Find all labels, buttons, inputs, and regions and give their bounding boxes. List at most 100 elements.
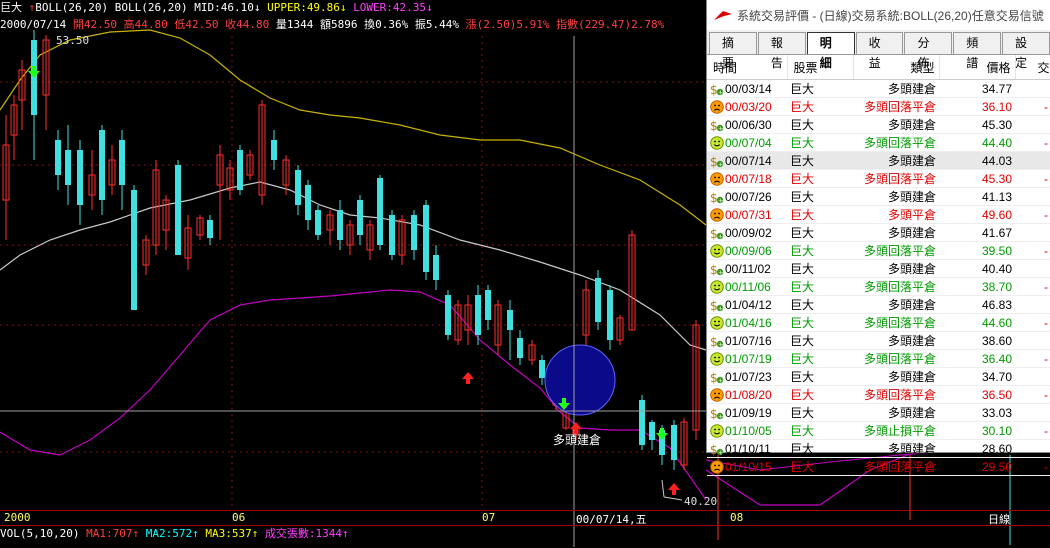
tab-report[interactable]: 報告 <box>757 32 806 70</box>
tab-settings[interactable]: 設定 <box>1002 32 1050 70</box>
table-row[interactable]: 00/03/20 巨大 多頭回落平倉 36.10- <box>707 97 1050 116</box>
table-row[interactable]: $ +01/10/11 巨大 多頭建倉 28.60 <box>707 439 1050 458</box>
svg-text:$: $ <box>710 335 718 348</box>
cell-date: $ +00/07/14 <box>707 151 787 170</box>
cell-date: 00/07/04 <box>707 133 787 152</box>
cell-type: 多頭建倉 <box>853 403 939 422</box>
col-header-type[interactable]: 類型 <box>853 55 940 80</box>
window-title-bar[interactable]: 系統交易評價 - (日線)交易系統:BOLL(26,20)任意交易信號 <box>707 0 1050 30</box>
table-row[interactable]: 00/11/06 巨大 多頭回落平倉 38.70- <box>707 277 1050 296</box>
cell-date: $ +00/11/02 <box>707 259 787 278</box>
candle-body-down <box>411 215 417 250</box>
cell-type: 多頭建倉 <box>853 295 939 314</box>
open-value: 開42.50 <box>72 18 117 31</box>
cell-price: 45.30 <box>939 115 1015 134</box>
cell-stock: 巨大 <box>787 259 853 278</box>
cell-stock: 巨大 <box>787 205 853 224</box>
table-row[interactable]: $ +01/07/16 巨大 多頭建倉 38.60 <box>707 331 1050 350</box>
table-row[interactable]: $ +01/04/12 巨大 多頭建倉 46.83 <box>707 295 1050 314</box>
date-value: 2000/07/14 <box>0 18 67 31</box>
candle-body-down <box>77 150 83 205</box>
tab-distribution[interactable]: 分佈 <box>904 32 953 70</box>
candle-body-down <box>539 360 545 378</box>
low-label-leader <box>663 496 683 501</box>
cell-type: 多頭建倉 <box>853 439 939 458</box>
cell-price: 39.50 <box>939 241 1015 260</box>
svg-text:+: + <box>718 269 723 276</box>
table-row[interactable]: $ +00/06/30 巨大 多頭建倉 45.30 <box>707 115 1050 134</box>
cell-type: 多頭止損平倉 <box>853 421 939 440</box>
cell-date: $ +01/10/11 <box>707 439 787 458</box>
table-row[interactable]: $ +00/07/14 巨大 多頭建倉 44.03 <box>707 151 1050 170</box>
table-row[interactable]: $ +00/09/02 巨大 多頭建倉 41.67 <box>707 223 1050 242</box>
svg-text:+: + <box>718 197 723 204</box>
table-row[interactable]: 01/10/05 巨大 多頭止損平倉 30.10- <box>707 421 1050 440</box>
money-bag-icon: $ + <box>710 335 723 348</box>
trading-evaluation-window[interactable]: 系統交易評價 - (日線)交易系統:BOLL(26,20)任意交易信號 摘要 報… <box>706 0 1050 476</box>
cell-stock: 巨大 <box>787 331 853 350</box>
cell-price: 44.03 <box>939 151 1015 170</box>
table-row[interactable]: $ +00/07/26 巨大 多頭建倉 41.13 <box>707 187 1050 206</box>
cell-stock: 巨大 <box>787 295 853 314</box>
cell-type: 多頭建倉 <box>853 331 939 350</box>
sad-face-icon <box>710 207 724 222</box>
cell-trade <box>1015 295 1050 314</box>
cell-date: $ +00/06/30 <box>707 115 787 134</box>
cell-type: 多頭回落平倉 <box>853 385 939 404</box>
x-label-08: 08 <box>730 511 744 524</box>
cell-trade: - <box>1015 457 1050 476</box>
cell-trade <box>1015 367 1050 386</box>
candle-body-down <box>649 422 655 440</box>
svg-text:$: $ <box>710 119 718 132</box>
candle-body-down <box>131 190 137 310</box>
table-row[interactable]: 00/07/31 巨大 多頭平倉 49.60- <box>707 205 1050 224</box>
table-row[interactable]: $ +00/11/02 巨大 多頭建倉 40.40 <box>707 259 1050 278</box>
table-row[interactable]: 01/10/15 巨大 多頭回落平倉 29.50- <box>707 457 1050 476</box>
cell-trade <box>1015 187 1050 206</box>
candle-body-down <box>517 338 523 358</box>
amount-value: 額5896 <box>319 18 358 31</box>
cell-type: 多頭回落平倉 <box>853 313 939 332</box>
tab-detail[interactable]: 明細 <box>806 32 855 70</box>
candle-body-down <box>207 220 213 238</box>
table-row[interactable]: 00/07/18 巨大 多頭回落平倉 45.30- <box>707 169 1050 188</box>
table-row[interactable]: 00/09/06 巨大 多頭回落平倉 39.50- <box>707 241 1050 260</box>
sad-face-icon <box>710 459 724 474</box>
cell-date: $ +01/07/16 <box>707 331 787 350</box>
table-row[interactable]: 01/07/19 巨大 多頭回落平倉 36.40- <box>707 349 1050 368</box>
svg-text:+: + <box>718 305 723 312</box>
table-row[interactable]: 01/04/16 巨大 多頭回落平倉 44.60- <box>707 313 1050 332</box>
candle-body-down <box>119 140 125 185</box>
table-row[interactable]: 01/08/20 巨大 多頭回落平倉 36.50- <box>707 385 1050 404</box>
table-row[interactable]: 00/07/04 巨大 多頭回落平倉 44.40- <box>707 133 1050 152</box>
smile-face-icon <box>710 279 724 294</box>
candle-body-down <box>433 255 439 280</box>
cell-price: 38.60 <box>939 331 1015 350</box>
lower-value: LOWER:42.35↓ <box>353 1 433 14</box>
table-row[interactable]: $ +01/07/23 巨大 多頭建倉 34.70 <box>707 367 1050 386</box>
change-value: 漲(2.50)5.91% <box>465 18 550 31</box>
cell-stock: 巨大 <box>787 241 853 260</box>
candle-body-down <box>445 295 451 335</box>
cell-price: 34.70 <box>939 367 1015 386</box>
sad-face-icon <box>710 387 724 402</box>
money-bag-icon: $ + <box>710 227 723 240</box>
cell-stock: 巨大 <box>787 151 853 170</box>
tab-summary[interactable]: 摘要 <box>709 32 757 70</box>
money-bag-icon: $ + <box>710 119 723 132</box>
tab-spectrum[interactable]: 頻譜 <box>953 32 1002 70</box>
table-row[interactable]: $ +00/03/14 巨大 多頭建倉 34.77 <box>707 79 1050 98</box>
cell-type: 多頭建倉 <box>853 259 939 278</box>
sad-face-icon <box>710 99 724 114</box>
cell-stock: 巨大 <box>787 367 853 386</box>
candle-body-down <box>305 185 311 220</box>
tab-profit[interactable]: 收益 <box>855 32 904 70</box>
smile-face-icon <box>710 423 724 438</box>
cell-type: 多頭建倉 <box>853 187 939 206</box>
candle-body-down <box>65 150 71 185</box>
mid-value: MID:46.10↓ <box>194 1 261 14</box>
cell-trade <box>1015 151 1050 170</box>
table-row[interactable]: $ +01/09/19 巨大 多頭建倉 33.03 <box>707 403 1050 422</box>
cell-trade <box>1015 403 1050 422</box>
ohlc-header: 2000/07/14 開42.50 高44.80 低42.50 收44.80 量… <box>0 17 708 33</box>
